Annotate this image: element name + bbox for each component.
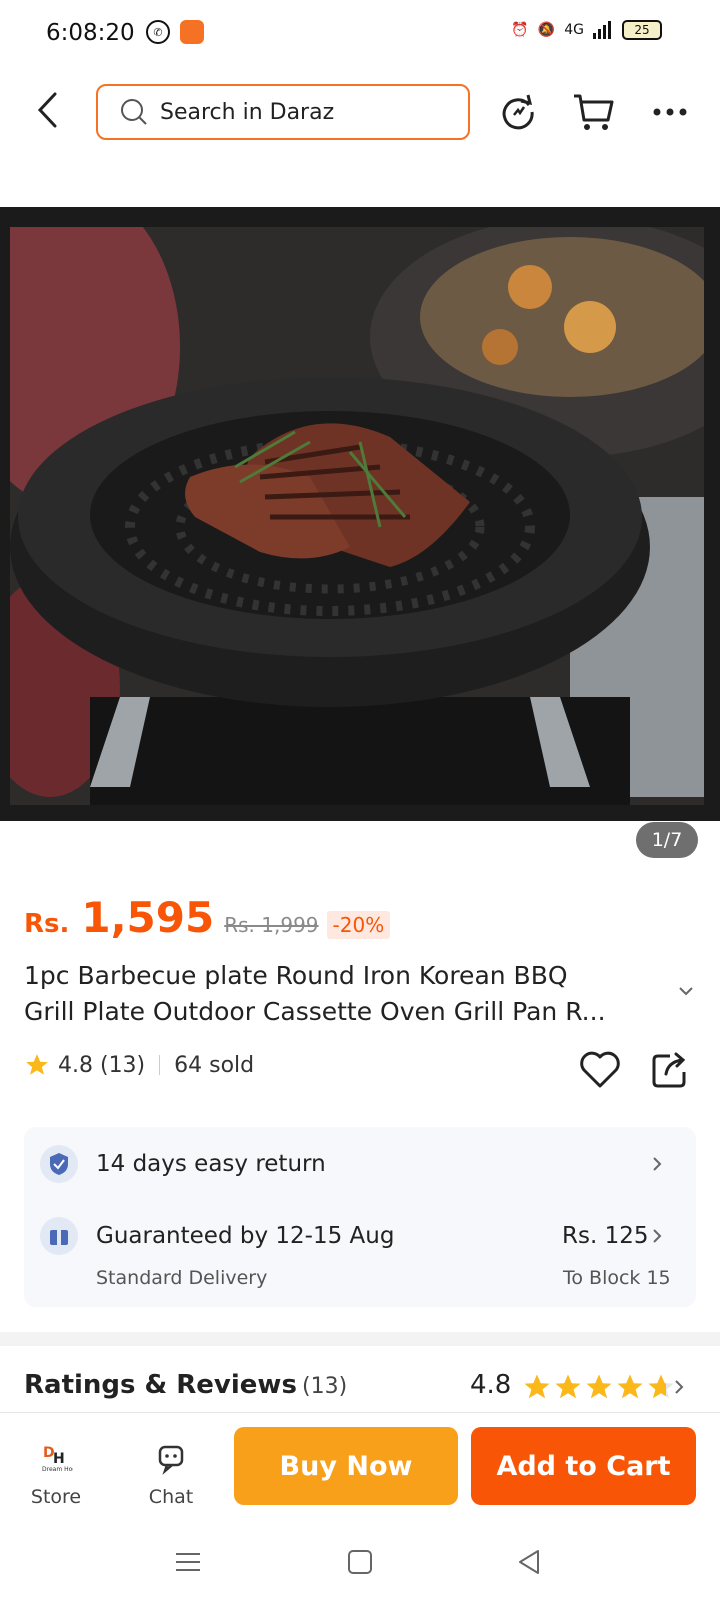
add-to-cart-button[interactable]: Add to Cart <box>471 1427 696 1505</box>
bottom-action-bar: D H Dream Hocker Store Chat Buy Now Add … <box>0 1412 720 1522</box>
chat-label: Chat <box>148 1486 194 1508</box>
signal-icon <box>593 21 611 39</box>
product-title-line1: 1pc Barbecue plate Round Iron Korean BBQ <box>24 961 568 990</box>
product-photo <box>10 227 704 805</box>
chat-icon <box>158 1445 184 1475</box>
battery-icon: 25 <box>622 20 662 40</box>
image-counter: 1/7 <box>636 822 698 858</box>
delivery-type: Standard Delivery <box>96 1267 268 1289</box>
ratings-reviews-header[interactable]: Ratings & Reviews (13) 4.8 <box>24 1370 696 1410</box>
discount-badge: -20% <box>326 911 391 939</box>
more-button[interactable] <box>648 90 692 134</box>
chevron-right-icon[interactable] <box>672 1378 686 1396</box>
delivery-location: To Block 15 <box>563 1267 671 1289</box>
reviews-count: (13) <box>302 1374 348 1399</box>
delivery-guarantee[interactable]: Guaranteed by 12-15 Aug <box>96 1223 394 1249</box>
product-title[interactable]: 1pc Barbecue plate Round Iron Korean BBQ… <box>24 958 664 1030</box>
cart-icon <box>574 94 614 130</box>
star-icon <box>524 1374 550 1399</box>
product-title-line2: Grill Plate Outdoor Cassette Oven Grill … <box>24 997 606 1026</box>
price-row: Rs. 1,595 Rs. 1,999 -20% <box>24 893 391 942</box>
refresh-icon <box>502 94 534 130</box>
home-icon[interactable] <box>344 1546 376 1578</box>
sold-count: 64 sold <box>174 1052 255 1078</box>
star-icon <box>555 1374 581 1399</box>
price-value: 1,595 <box>81 893 215 942</box>
original-price: Rs. 1,999 <box>224 913 319 937</box>
mute-icon: 🔕 <box>537 22 556 38</box>
alarm-icon: ⏰ <box>511 22 529 38</box>
shield-icon <box>40 1145 78 1183</box>
service-info: 14 days easy return Guaranteed by 12-15 … <box>24 1127 696 1307</box>
network-icon: 4G <box>564 22 584 38</box>
status-bar: 6:08:20 ✆ ⏰ 🔕 4G 25 <box>0 0 720 70</box>
store-label: Store <box>30 1486 82 1508</box>
chevron-down-icon[interactable] <box>677 982 695 1000</box>
rating-summary[interactable]: 4.8 (13) 64 sold <box>24 1052 254 1078</box>
chevron-right-icon[interactable] <box>650 1155 664 1173</box>
cart-button[interactable] <box>571 90 615 134</box>
star-icon <box>586 1374 612 1399</box>
chat-button[interactable]: Chat <box>131 1441 211 1508</box>
chevron-left-icon <box>37 92 57 128</box>
more-icon <box>653 108 687 116</box>
whatsapp-icon: ✆ <box>146 20 170 44</box>
delivery-fee: Rs. 125 <box>562 1223 649 1249</box>
reviews-score: 4.8 <box>470 1370 512 1400</box>
reviews-title: Ratings & Reviews <box>24 1370 297 1400</box>
section-divider <box>0 1332 720 1346</box>
star-icon <box>617 1374 643 1399</box>
share-button[interactable] <box>650 1050 690 1090</box>
search-icon <box>121 99 147 125</box>
price-currency: Rs. <box>24 909 70 939</box>
daraz-notification-icon <box>180 20 204 44</box>
heart-icon <box>580 1051 620 1088</box>
buy-now-button[interactable]: Buy Now <box>234 1427 458 1505</box>
rating-text: 4.8 (13) <box>58 1052 146 1078</box>
menu-icon[interactable] <box>172 1546 204 1578</box>
product-image-gallery[interactable] <box>0 207 720 821</box>
store-button[interactable]: D H Dream Hocker Store <box>16 1441 96 1508</box>
divider <box>159 1055 161 1075</box>
chevron-right-icon[interactable] <box>650 1227 664 1245</box>
header: Search in Daraz <box>0 82 720 142</box>
status-time: 6:08:20 <box>46 20 135 46</box>
store-logo-icon: D H Dream Hocker <box>42 1445 86 1473</box>
battery-level: 25 <box>634 23 650 37</box>
back-nav-icon[interactable] <box>514 1546 546 1578</box>
back-button[interactable] <box>28 88 68 132</box>
return-policy[interactable]: 14 days easy return <box>96 1151 326 1177</box>
delivery-icon <box>40 1217 78 1255</box>
system-nav-bar <box>0 1522 720 1600</box>
share-icon <box>652 1052 686 1088</box>
svg-text:H: H <box>53 1451 65 1467</box>
star-icon <box>26 1054 48 1075</box>
store-logo-text: Dream Hocker <box>42 1466 73 1473</box>
history-button[interactable] <box>496 90 540 134</box>
search-input[interactable]: Search in Daraz <box>96 84 470 140</box>
grill-plate-illustration <box>10 227 704 805</box>
star-rating <box>522 1372 676 1402</box>
wishlist-button[interactable] <box>578 1050 622 1090</box>
search-placeholder: Search in Daraz <box>160 99 335 125</box>
